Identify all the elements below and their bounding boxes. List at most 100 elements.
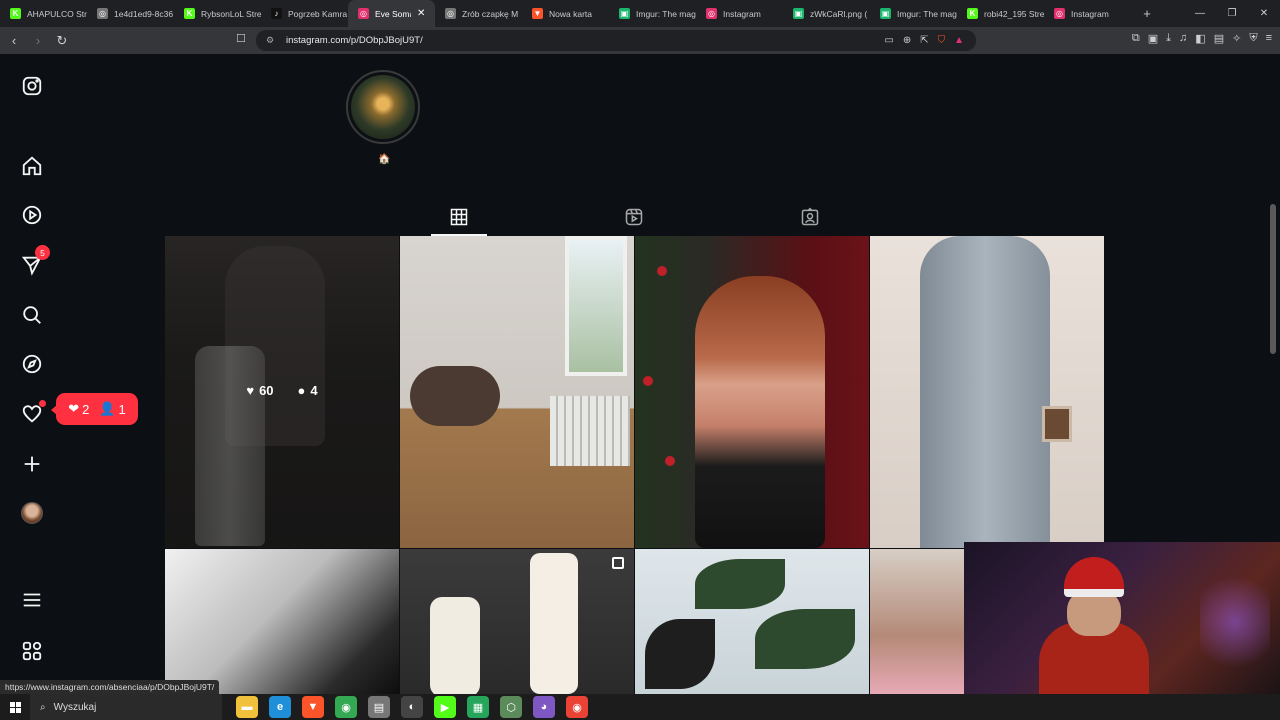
vpn-icon[interactable]: ⛨: [1249, 32, 1257, 45]
bookmark-icon[interactable]: ☐: [236, 32, 246, 45]
browser-tab[interactable]: ♪ Pogrzeb Kamra: [261, 0, 348, 27]
reload-icon[interactable]: ↻: [52, 31, 72, 51]
brave-rewards-icon[interactable]: ▲: [954, 35, 964, 46]
obs-icon[interactable]: ◐: [401, 696, 423, 718]
url-text: instagram.com/p/DObpJBojU9T/: [286, 35, 423, 46]
cast-icon[interactable]: ▭: [884, 35, 893, 46]
instagram-logo-icon[interactable]: [20, 74, 44, 98]
restore-button[interactable]: ❐: [1216, 0, 1248, 27]
sidebar-toggle-icon[interactable]: ◧: [1195, 32, 1205, 45]
activity-popup[interactable]: ❤ 2 👤 1: [51, 393, 138, 425]
comment-stat: ● 4: [298, 383, 318, 398]
chrome-icon-2[interactable]: ◉: [566, 696, 588, 718]
back-icon[interactable]: ‹: [4, 31, 24, 51]
profile-avatar[interactable]: [20, 501, 44, 525]
profile-tabs: [165, 199, 1104, 236]
new-tab-button[interactable]: +: [1135, 6, 1159, 21]
browser-tab[interactable]: ◎ Instagram: [1044, 0, 1131, 27]
zoom-icon[interactable]: ⊕: [903, 35, 911, 46]
browser-tab[interactable]: Krobi42_195 Stre: [957, 0, 1044, 27]
browser-tab[interactable]: ◎ Instagram: [696, 0, 783, 27]
avatar: [21, 502, 43, 524]
messages-icon[interactable]: 5: [20, 245, 50, 277]
app-icon-3[interactable]: ⬡: [500, 696, 522, 718]
brave-icon[interactable]: ▼: [302, 696, 324, 718]
forward-icon[interactable]: ›: [28, 31, 48, 51]
post-tile-2[interactable]: [400, 236, 634, 548]
post-tile-6[interactable]: [400, 549, 634, 694]
wallet-icon[interactable]: ▤: [1214, 32, 1224, 45]
tab-label: 1e4d1ed9-8c36: [114, 8, 174, 19]
browser-tab[interactable]: ▣ zWkCaRl.png (: [783, 0, 870, 27]
extensions-icon[interactable]: ⧉: [1132, 32, 1140, 45]
grid-icon: [450, 208, 468, 226]
imgur-icon: ▣: [619, 8, 630, 19]
post-image: [565, 236, 627, 376]
screenshot-icon[interactable]: ▣: [1148, 32, 1158, 45]
explore-icon[interactable]: [20, 352, 44, 376]
likes-count-part: ❤ 2: [68, 401, 89, 417]
globe-icon: ◎: [445, 8, 456, 19]
app-icon[interactable]: ▤: [368, 696, 390, 718]
page-scrollbar[interactable]: [1270, 114, 1276, 364]
browser-tab[interactable]: ▣ Imgur: The mag: [609, 0, 696, 27]
discord-icon[interactable]: ◕: [533, 696, 555, 718]
browser-tab[interactable]: ◎ 1e4d1ed9-8c36: [87, 0, 174, 27]
file-explorer-icon[interactable]: ▬: [236, 696, 258, 718]
menu-icon[interactable]: ≡: [1266, 32, 1272, 45]
kick-icon[interactable]: ▶: [434, 696, 456, 718]
instagram-page: 5 ❤ 2 👤 1 🏠 ♥ 60 ● 4: [0, 54, 1280, 694]
minimize-button[interactable]: —: [1184, 0, 1216, 27]
create-icon[interactable]: [20, 452, 44, 476]
tab-label: Instagram: [1071, 8, 1109, 19]
media-icon[interactable]: ♫: [1179, 32, 1187, 45]
browser-tab[interactable]: K RybsonLoL Stre: [174, 0, 261, 27]
post-tile-4[interactable]: [870, 236, 1104, 548]
search-icon[interactable]: [20, 303, 44, 327]
home-icon[interactable]: [20, 154, 44, 178]
post-tile-3[interactable]: [635, 236, 869, 548]
scrollbar-thumb[interactable]: [1270, 204, 1276, 354]
edge-icon[interactable]: e: [269, 696, 291, 718]
browser-toolbar: ‹ › ↻ ☐ ⚙ instagram.com/p/DObpJBojU9T/ ▭…: [0, 27, 1280, 54]
site-info-icon[interactable]: ⚙: [266, 35, 278, 46]
tab-label: Zrób czapkę M: [462, 8, 519, 19]
start-button[interactable]: [0, 694, 30, 720]
windows-taskbar: ⌕ Wyszukaj ▬ e ▼ ◉ ▤ ◐ ▶ ▦ ⬡ ◕ ◉: [0, 694, 1280, 720]
browser-tab[interactable]: ◎ Eve Somas ✕: [348, 0, 435, 27]
address-bar[interactable]: ⚙ instagram.com/p/DObpJBojU9T/ ▭ ⊕ ⇱ ⛉ ▲: [256, 30, 976, 51]
close-tab-icon[interactable]: ✕: [417, 8, 429, 19]
browser-tab[interactable]: K AHAPULCO Stre: [0, 0, 87, 27]
share-icon[interactable]: ⇱: [920, 35, 928, 46]
taskbar-search[interactable]: ⌕ Wyszukaj: [30, 694, 222, 720]
profile-picture-image: [351, 75, 415, 139]
tab-tagged[interactable]: [782, 199, 838, 235]
window-controls: — ❐ ✕: [1184, 0, 1280, 27]
follows-count-part: 👤 1: [99, 401, 125, 417]
post-tile-8[interactable]: [870, 549, 964, 694]
reels-icon[interactable]: [20, 203, 44, 227]
post-tile-7[interactable]: [635, 549, 869, 694]
notifications-heart-icon[interactable]: [20, 400, 46, 426]
download-icon[interactable]: ⤓: [1166, 32, 1171, 45]
app-icon-2[interactable]: ▦: [467, 696, 489, 718]
close-window-button[interactable]: ✕: [1248, 0, 1280, 27]
extensions-area: ⧉ ▣ ⤓ ♫ ◧ ▤ ✧ ⛨ ≡: [1132, 32, 1272, 45]
browser-tab-strip: K AHAPULCO Stre ◎ 1e4d1ed9-8c36 K RybsonLoL S…: [0, 0, 1280, 27]
post-tile-5[interactable]: [165, 549, 399, 694]
profile-picture[interactable]: [346, 70, 420, 144]
leo-ai-icon[interactable]: ✧: [1232, 32, 1241, 45]
search-icon: ⌕: [40, 701, 46, 713]
browser-tab[interactable]: ▣ Imgur: The mag: [870, 0, 957, 27]
heart-icon: ♥: [246, 382, 255, 398]
brave-shield-icon[interactable]: ⛉: [938, 35, 946, 46]
chrome-icon[interactable]: ◉: [335, 696, 357, 718]
tab-reels[interactable]: [606, 199, 662, 235]
instagram-icon: ◎: [706, 8, 717, 19]
more-menu-icon[interactable]: [20, 588, 44, 612]
browser-tab[interactable]: ◎ Zrób czapkę M: [435, 0, 522, 27]
tab-posts[interactable]: [431, 199, 487, 236]
browser-tab[interactable]: ▼ Nowa karta: [522, 0, 609, 27]
also-from-meta-icon[interactable]: [20, 639, 44, 663]
post-tile-1[interactable]: ♥ 60 ● 4: [165, 236, 399, 548]
